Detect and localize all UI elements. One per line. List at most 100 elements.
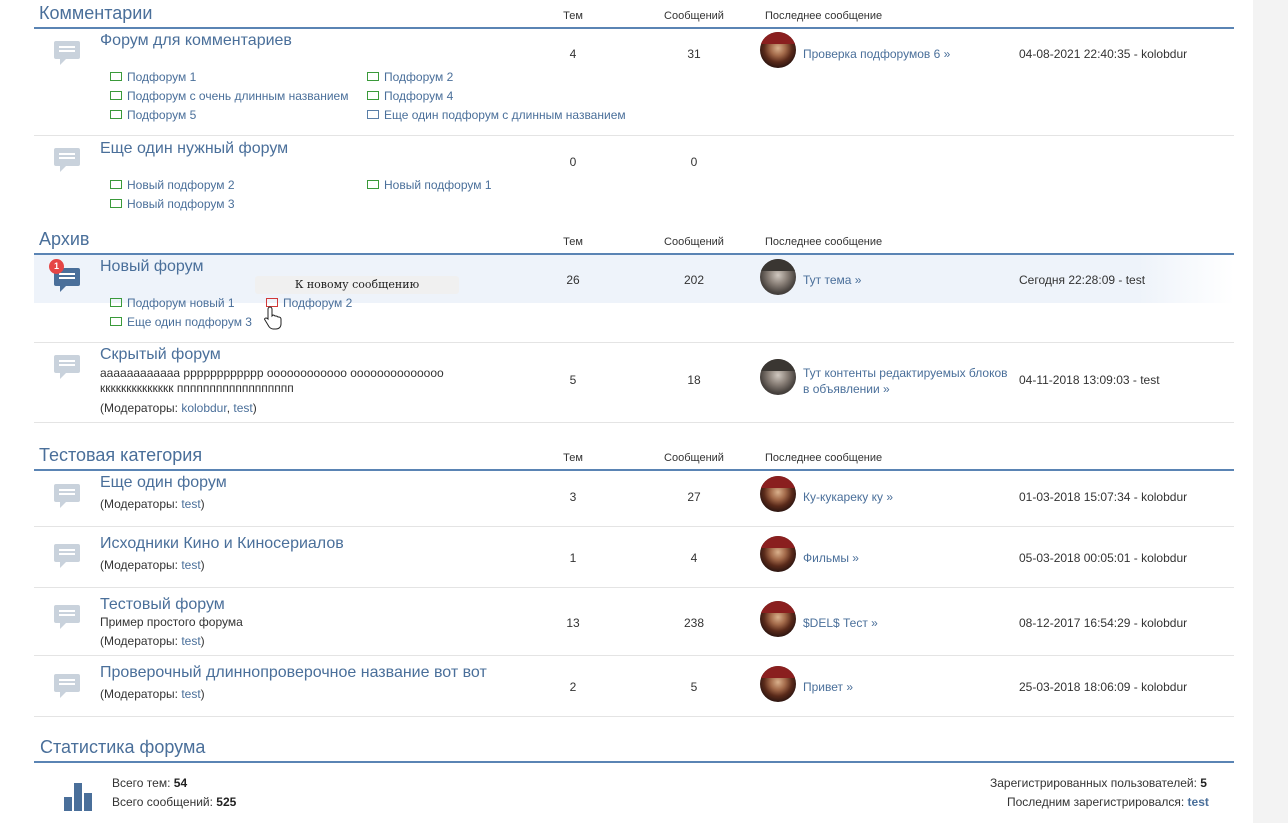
subforum-link[interactable]: Подфорум с очень длинным названием: [110, 89, 348, 103]
topic-count: 0: [569, 155, 577, 169]
stats-title: Статистика форума: [40, 737, 206, 757]
last-post-link[interactable]: Фильмы »: [803, 551, 859, 565]
avatar[interactable]: [760, 359, 796, 395]
stats-total-topics: Всего тем: 54: [112, 776, 188, 790]
column-messages: Сообщений: [664, 452, 724, 464]
forum-row: Исходники Кино и Киносериалов (Модератор…: [34, 527, 1234, 588]
new-count-badge: 1: [49, 259, 64, 274]
moderators: (Модераторы: test): [100, 558, 205, 572]
forum-read-icon: [54, 674, 82, 698]
moderators: (Модераторы: test): [100, 497, 205, 511]
last-user-link[interactable]: test: [1188, 795, 1209, 809]
subforum-link[interactable]: Новый подфорум 1: [367, 178, 492, 192]
forum-new-icon: 1: [49, 259, 82, 292]
column-messages: Сообщений: [664, 10, 724, 22]
message-count: 5: [690, 680, 698, 694]
moderator-link[interactable]: test: [181, 687, 200, 701]
subforum-link[interactable]: Новый подфорум 2: [110, 178, 235, 192]
forum-read-icon: [54, 605, 82, 629]
forum-title[interactable]: Скрытый форум: [100, 346, 221, 364]
mail-icon: [110, 199, 122, 208]
column-last-post: Последнее сообщение: [765, 236, 883, 248]
subforum-link[interactable]: Подфорум 2: [367, 70, 453, 84]
forum-title[interactable]: Еще один форум: [100, 474, 227, 492]
last-post-link[interactable]: Привет »: [803, 680, 853, 694]
avatar[interactable]: [760, 601, 796, 637]
message-count: 31: [687, 47, 701, 61]
bar-chart-icon: [64, 783, 94, 811]
avatar[interactable]: [760, 32, 796, 68]
topic-count: 3: [569, 490, 577, 504]
moderator-link[interactable]: test: [181, 497, 200, 511]
column-last-post: Последнее сообщение: [765, 452, 883, 464]
hand-cursor-icon: [264, 306, 282, 330]
subforum-link[interactable]: Подфорум 4: [367, 89, 453, 103]
last-post-link[interactable]: Проверка подфорумов 6 »: [803, 47, 950, 61]
moderators: (Модераторы: test): [100, 634, 205, 648]
tooltip: К новому сообщению: [255, 276, 459, 294]
moderator-link[interactable]: kolobdur: [181, 401, 226, 415]
message-count: 18: [687, 373, 701, 387]
forum-title[interactable]: Новый форум: [100, 258, 203, 276]
last-post-link[interactable]: $DEL$ Тест »: [803, 616, 878, 630]
subforum-link[interactable]: Еще один подфорум 3: [110, 315, 252, 329]
forum-title[interactable]: Тестовый форум: [100, 596, 225, 614]
category-title[interactable]: Архив: [39, 229, 89, 250]
forum-title[interactable]: Исходники Кино и Киносериалов: [100, 535, 344, 553]
message-count: 27: [687, 490, 701, 504]
last-post-link[interactable]: Тут тема »: [803, 273, 861, 287]
last-post-link[interactable]: Ку-кукареку ку »: [803, 490, 893, 504]
avatar[interactable]: [760, 536, 796, 572]
forum-title[interactable]: Проверочный длиннопроверочное название в…: [100, 664, 487, 682]
mail-icon: [110, 72, 122, 81]
mail-icon: [367, 91, 379, 100]
moderator-link[interactable]: test: [181, 634, 200, 648]
mail-icon: [110, 180, 122, 189]
forum-read-icon: [54, 41, 82, 65]
forum-read-icon: [54, 544, 82, 568]
forum-title[interactable]: Еще один нужный форум: [100, 140, 288, 158]
subforum-link[interactable]: Подфорум 5: [110, 108, 196, 122]
forum-title[interactable]: Форум для комментариев: [100, 32, 292, 50]
message-count: 4: [690, 551, 698, 565]
category-header: Архив Тем Сообщений Последнее сообщение: [34, 226, 1234, 255]
moderators: (Модераторы: test): [100, 687, 205, 701]
column-topics: Тем: [563, 452, 583, 464]
last-post-date: 01-03-2018 15:07:34 - kolobdur: [1019, 490, 1188, 504]
subforum-link[interactable]: Новый подфорум 3: [110, 197, 235, 211]
forum-row: Форум для комментариев Подфорум 1 Подфор…: [34, 28, 1234, 136]
subforum-link[interactable]: Подфорум новый 1: [110, 296, 235, 310]
avatar[interactable]: [760, 476, 796, 512]
forum-index: Комментарии Тем Сообщений Последнее сооб…: [0, 0, 1288, 823]
avatar[interactable]: [760, 666, 796, 702]
column-last-post: Последнее сообщение: [765, 10, 883, 22]
category-header: Комментарии Тем Сообщений Последнее сооб…: [34, 0, 1234, 29]
stats-registered-users: Зарегистрированных пользователей: 5: [990, 776, 1207, 790]
forum-read-icon: [54, 148, 82, 172]
forum-description: кккккккккккккк пппппппппппппппппп: [100, 381, 294, 395]
category-title[interactable]: Тестовая категория: [39, 445, 202, 466]
moderator-link[interactable]: test: [233, 401, 252, 415]
category-title[interactable]: Комментарии: [39, 3, 152, 24]
forum-read-icon: [54, 355, 82, 379]
forum-row: Еще один форум (Модераторы: test) 3 27 К…: [34, 471, 1234, 527]
column-topics: Тем: [563, 236, 583, 248]
last-post-link[interactable]: Тут контенты редактируемых блоков в объя…: [803, 365, 1013, 397]
subforum-link[interactable]: Подфорум 1: [110, 70, 196, 84]
moderator-link[interactable]: test: [181, 558, 200, 572]
forum-row: 1 Новый форум Подфорум новый 1 Подфорум …: [34, 255, 1234, 343]
mail-icon: [367, 110, 379, 119]
avatar[interactable]: [760, 259, 796, 295]
mail-icon: [367, 180, 379, 189]
stats-total-messages: Всего сообщений: 525: [112, 795, 237, 809]
forum-description: аааааааааааа рррррррррррр оооооооооооо о…: [100, 366, 444, 380]
mail-icon: [110, 317, 122, 326]
category-header: Тестовая категория Тем Сообщений Последн…: [34, 442, 1234, 471]
column-messages: Сообщений: [664, 236, 724, 248]
last-post-date: 04-11-2018 13:09:03 - test: [1019, 373, 1160, 387]
page-side-shade: [1253, 0, 1288, 823]
forum-row: Тестовый форум Пример простого форума (М…: [34, 588, 1234, 656]
topic-count: 13: [566, 616, 580, 630]
moderators: (Модераторы: kolobdur, test): [100, 401, 257, 415]
subforum-link[interactable]: Еще один подфорум с длинным названием: [367, 108, 626, 122]
